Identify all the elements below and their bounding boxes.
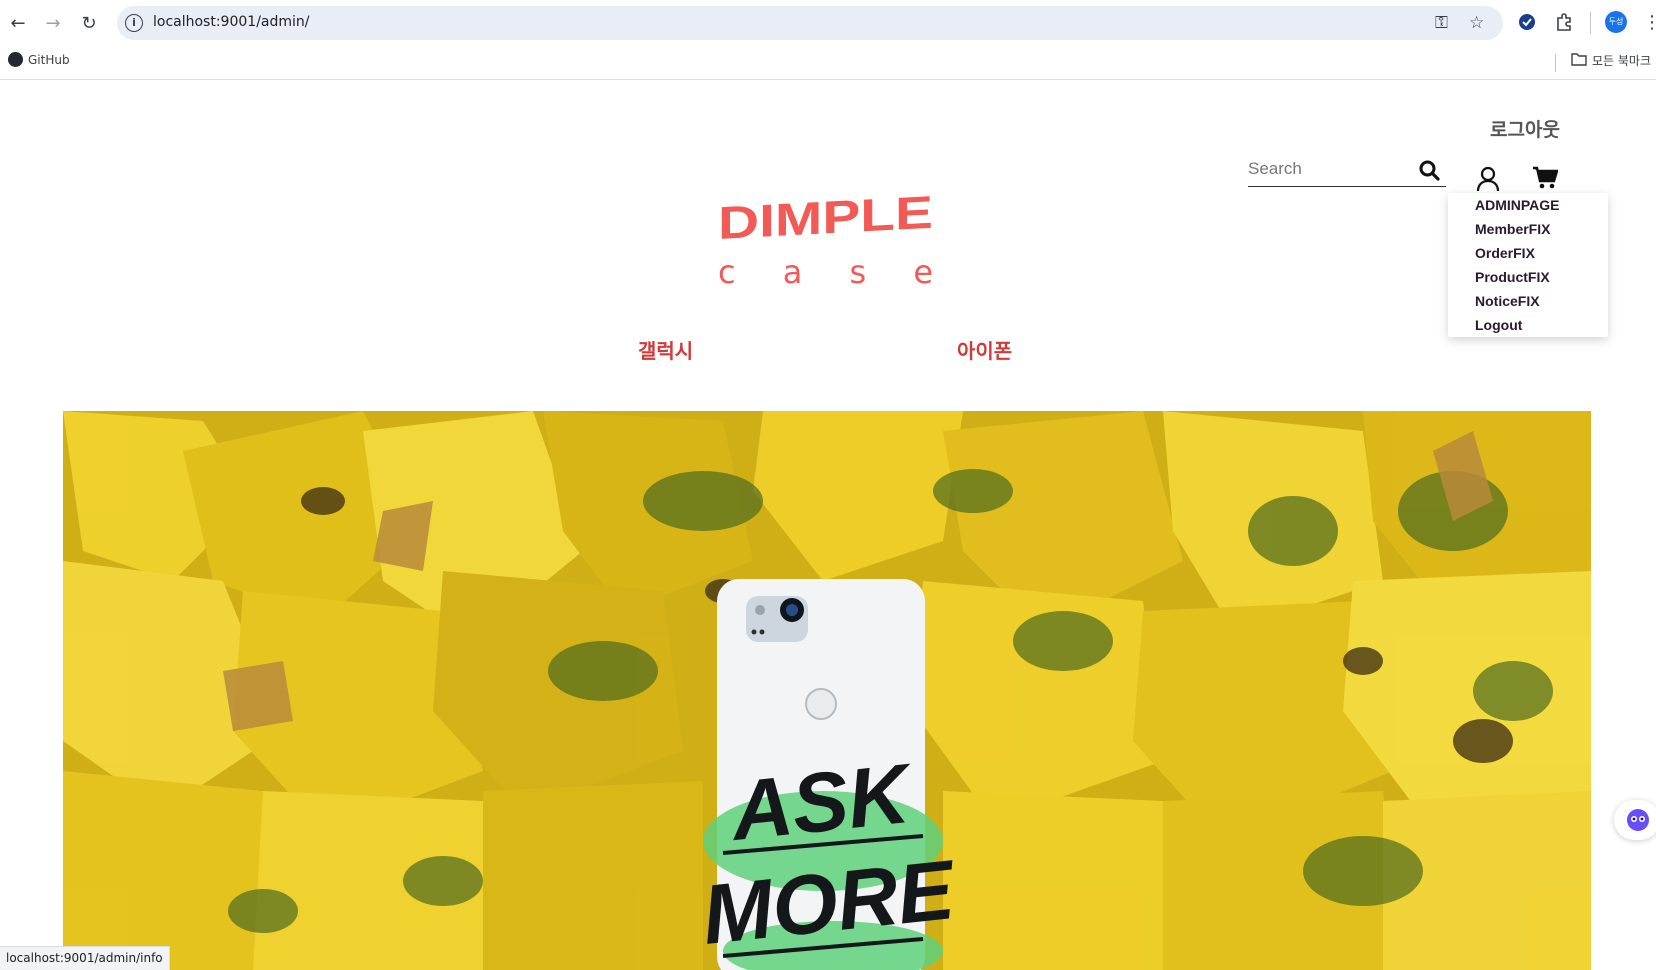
hero-banner-image: ASK MORE <box>63 411 1591 970</box>
github-icon <box>8 52 23 67</box>
bookmark-github[interactable]: GitHub <box>8 52 70 67</box>
bookmarks-bar: GitHub 모든 북마크 <box>0 46 1656 80</box>
category-galaxy[interactable]: 갤럭시 <box>638 335 693 364</box>
user-icon[interactable] <box>1475 165 1501 193</box>
cart-icon[interactable] <box>1531 165 1559 191</box>
page-content: 로그아웃 ADMINPAGE MemberFIX OrderFIX Produc… <box>0 81 1656 970</box>
dropdown-item-productfix[interactable]: ProductFIX <box>1475 269 1550 285</box>
dropdown-item-logout[interactable]: Logout <box>1475 317 1522 333</box>
extension-check-icon[interactable] <box>1515 10 1539 34</box>
browser-toolbar: ← → ↻ i localhost:9001/admin/ ⚿ ☆ 두성 ⋮ <box>0 0 1656 46</box>
phone-case-text-line1: ASK <box>725 745 919 858</box>
chat-widget-button[interactable] <box>1614 800 1656 840</box>
admin-dropdown-menu: ADMINPAGE MemberFIX OrderFIX ProductFIX … <box>1448 193 1608 337</box>
bookmark-label: GitHub <box>28 52 70 67</box>
reload-icon[interactable]: ↻ <box>75 9 103 37</box>
site-logo[interactable]: DIMPLE c a s e <box>718 186 938 351</box>
logo-wordmark: DIMPLE c a s e <box>718 186 933 291</box>
search-input[interactable] <box>1248 153 1408 185</box>
address-url[interactable]: localhost:9001/admin/ <box>153 14 310 30</box>
profile-initials: 두성 <box>1605 11 1627 33</box>
hero-leaves-photo: ASK MORE <box>63 411 1591 970</box>
extensions-puzzle-icon[interactable] <box>1552 10 1576 34</box>
browser-menu-icon[interactable]: ⋮ <box>1640 10 1656 34</box>
search-icon[interactable] <box>1418 159 1440 181</box>
site-info-icon[interactable]: i <box>125 14 143 32</box>
profile-avatar[interactable]: 두성 <box>1604 10 1628 34</box>
password-key-icon[interactable]: ⚿ <box>1435 13 1448 33</box>
category-iphone[interactable]: 아이폰 <box>957 335 1012 364</box>
logo-line2: c a s e <box>718 253 933 291</box>
all-bookmarks-label: 모든 북마크 <box>1592 54 1652 68</box>
chatbot-icon <box>1627 809 1649 831</box>
dropdown-item-noticefix[interactable]: NoticeFIX <box>1475 293 1540 309</box>
back-icon[interactable]: ← <box>4 9 32 37</box>
all-bookmarks-folder[interactable]: 모든 북마크 <box>1571 52 1651 69</box>
dropdown-item-memberfix[interactable]: MemberFIX <box>1475 221 1550 237</box>
folder-icon <box>1571 52 1587 69</box>
forward-icon[interactable]: → <box>39 9 67 37</box>
logo-line1: DIMPLE <box>718 191 933 249</box>
search-box <box>1248 153 1446 187</box>
logout-link[interactable]: 로그아웃 <box>1490 115 1560 142</box>
bookmark-star-icon[interactable]: ☆ <box>1469 13 1484 33</box>
dropdown-item-adminpage[interactable]: ADMINPAGE <box>1475 197 1560 213</box>
browser-status-url: localhost:9001/admin/info <box>0 946 170 970</box>
address-bar[interactable]: i localhost:9001/admin/ ⚿ ☆ <box>117 6 1503 40</box>
phone-with-case: ASK MORE <box>698 579 961 970</box>
dropdown-item-orderfix[interactable]: OrderFIX <box>1475 245 1535 261</box>
